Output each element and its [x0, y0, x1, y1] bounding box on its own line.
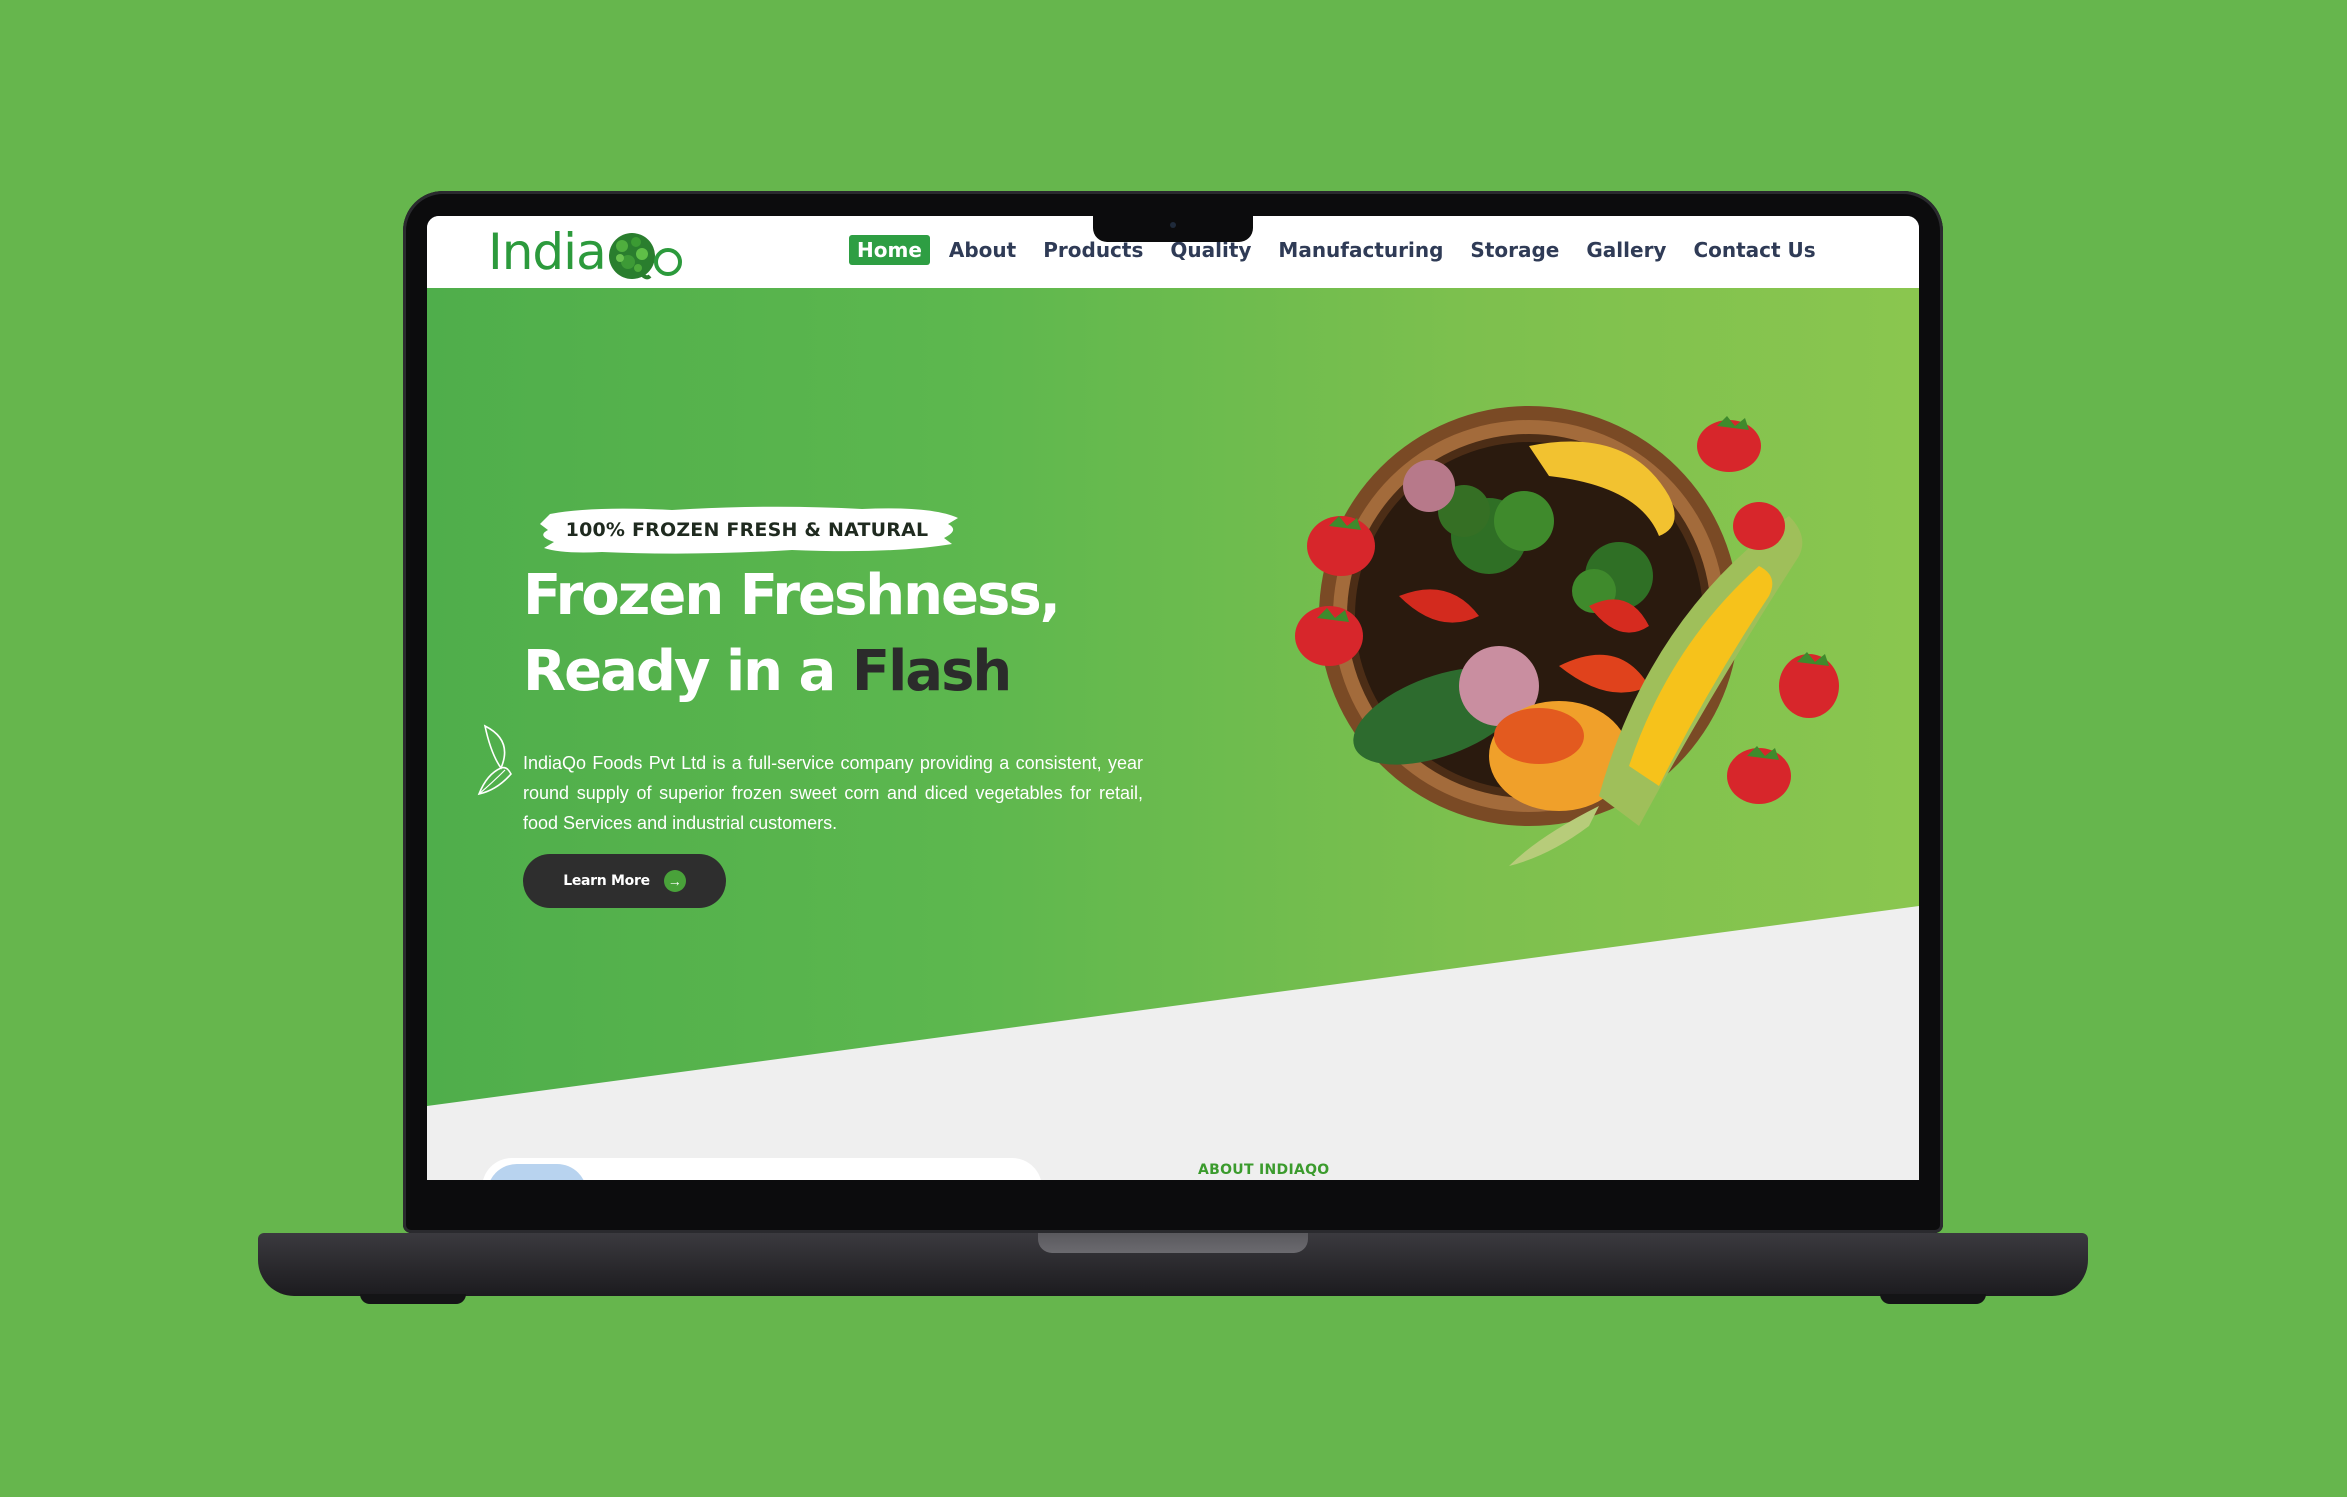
hero-title-line2: Ready in a Flash — [523, 634, 1123, 710]
laptop-screen: India Home About Products Quality Manufa… — [427, 216, 1919, 1180]
learn-more-button[interactable]: Learn More → — [523, 854, 726, 908]
indiaqo-logo[interactable]: India — [488, 220, 686, 284]
laptop-foot-right — [1880, 1294, 1986, 1304]
logo-wordmark: India — [488, 223, 607, 281]
camera-notch — [1093, 212, 1253, 242]
nav-gallery[interactable]: Gallery — [1578, 235, 1674, 265]
laptop-base-groove — [1038, 1233, 1308, 1253]
camera-icon — [1170, 222, 1176, 228]
hero-badge-text: 100% FROZEN FRESH & NATURAL — [565, 519, 929, 541]
vegetable-basket-image — [1295, 406, 1839, 866]
nav-storage[interactable]: Storage — [1462, 235, 1567, 265]
arrow-right-icon: → — [663, 870, 686, 892]
about-section-label: ABOUT INDIAQO — [1198, 1162, 1330, 1178]
nav-home[interactable]: Home — [849, 235, 930, 265]
laptop-base — [258, 1233, 2088, 1296]
hero-badge: 100% FROZEN FRESH & NATURAL — [532, 500, 962, 560]
laptop-foot-left — [360, 1294, 466, 1304]
nav-manufacturing[interactable]: Manufacturing — [1270, 235, 1451, 265]
nav-about[interactable]: About — [941, 235, 1024, 265]
learn-more-label: Learn More — [563, 873, 650, 889]
main-nav: Home About Products Quality Manufacturin… — [849, 235, 1835, 265]
leaf-icon — [477, 724, 512, 796]
nav-contact-us[interactable]: Contact Us — [1685, 235, 1823, 265]
hero-description: IndiaQo Foods Pvt Ltd is a full-service … — [523, 753, 1143, 833]
hero-title-line2-white: Ready in a — [523, 639, 836, 704]
hero-title: Frozen Freshness, Ready in a Flash — [523, 558, 1123, 710]
logo-q-vegetable-icon — [608, 233, 682, 280]
hero-title-line1: Frozen Freshness, — [523, 563, 1061, 628]
hero-title-line2-dark: Flash — [851, 639, 1012, 704]
